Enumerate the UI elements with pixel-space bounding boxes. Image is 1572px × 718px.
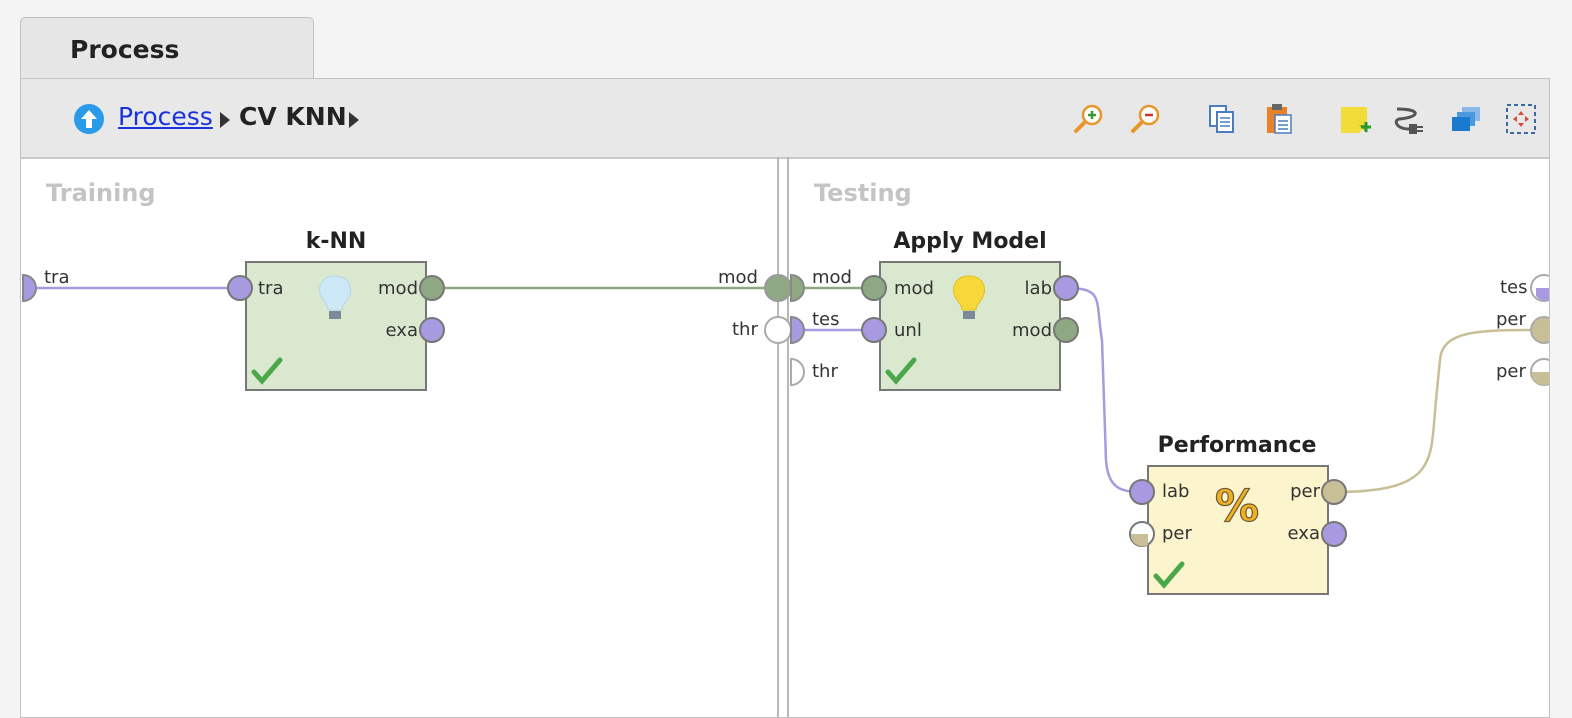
knn-operator-title: k-NN: [306, 229, 367, 254]
knn-port-label: exa: [386, 320, 418, 341]
perf-port-label: per: [1162, 523, 1193, 544]
perf-performance-input-port[interactable]: [1129, 521, 1155, 547]
apply-unlabelled-input-port[interactable]: [861, 317, 887, 343]
knn-operator[interactable]: k-NN tra mod exa: [227, 229, 445, 391]
testing-output-label-1: tes: [1500, 277, 1528, 298]
percent-icon: %: [1215, 481, 1259, 532]
knn-port-label: tra: [258, 278, 284, 299]
training-output-label: mod: [718, 267, 758, 288]
connection-line[interactable]: [1333, 328, 1541, 494]
testing-input-label-3: thr: [812, 361, 838, 382]
testing-output-label-2: per: [1496, 309, 1527, 330]
testing-output-port-3[interactable]: [1530, 358, 1557, 386]
training-output-port-2[interactable]: [764, 316, 792, 344]
testing-input-port-3[interactable]: [790, 357, 805, 387]
apply-port-label: mod: [894, 278, 934, 299]
training-output-port[interactable]: [764, 274, 792, 302]
apply-model-operator-title: Apply Model: [893, 229, 1046, 254]
apply-port-label: lab: [1025, 278, 1052, 299]
apply-model-output-port[interactable]: [1053, 317, 1079, 343]
apply-port-label: mod: [1012, 320, 1052, 341]
apply-port-label: unl: [894, 320, 922, 341]
testing-output-port-1[interactable]: [1530, 274, 1557, 302]
training-output-label-2: thr: [732, 319, 758, 340]
perf-labelled-input-port[interactable]: [1129, 479, 1155, 505]
testing-input-port-2[interactable]: [790, 315, 805, 345]
perf-performance-output-port[interactable]: [1321, 479, 1347, 505]
training-input-label: tra: [44, 267, 70, 288]
apply-model-input-port[interactable]: [861, 275, 887, 301]
connection-line[interactable]: [1065, 286, 1143, 494]
apply-labelled-output-port[interactable]: [1053, 275, 1079, 301]
testing-input-label-2: tes: [812, 309, 840, 330]
perf-port-label: per: [1290, 481, 1321, 502]
knn-model-output-port[interactable]: [419, 275, 445, 301]
apply-model-operator[interactable]: Apply Model mod unl lab mod: [861, 229, 1079, 391]
knn-input-port[interactable]: [227, 275, 253, 301]
performance-operator[interactable]: Performance lab per per exa %: [1129, 433, 1347, 595]
perf-port-label: lab: [1162, 481, 1189, 502]
testing-input-label-1: mod: [812, 267, 852, 288]
testing-output-label-3: per: [1496, 361, 1527, 382]
knn-example-output-port[interactable]: [419, 317, 445, 343]
testing-output-port-2[interactable]: [1530, 316, 1557, 344]
performance-operator-title: Performance: [1158, 433, 1317, 458]
training-input-port[interactable]: [22, 273, 37, 303]
process-canvas: tra mod thr mod tes thr tes per per k-NN…: [22, 229, 1557, 595]
testing-input-port-1[interactable]: [790, 273, 805, 303]
perf-port-label: exa: [1288, 523, 1320, 544]
knn-port-label: mod: [378, 278, 418, 299]
perf-example-output-port[interactable]: [1321, 521, 1347, 547]
